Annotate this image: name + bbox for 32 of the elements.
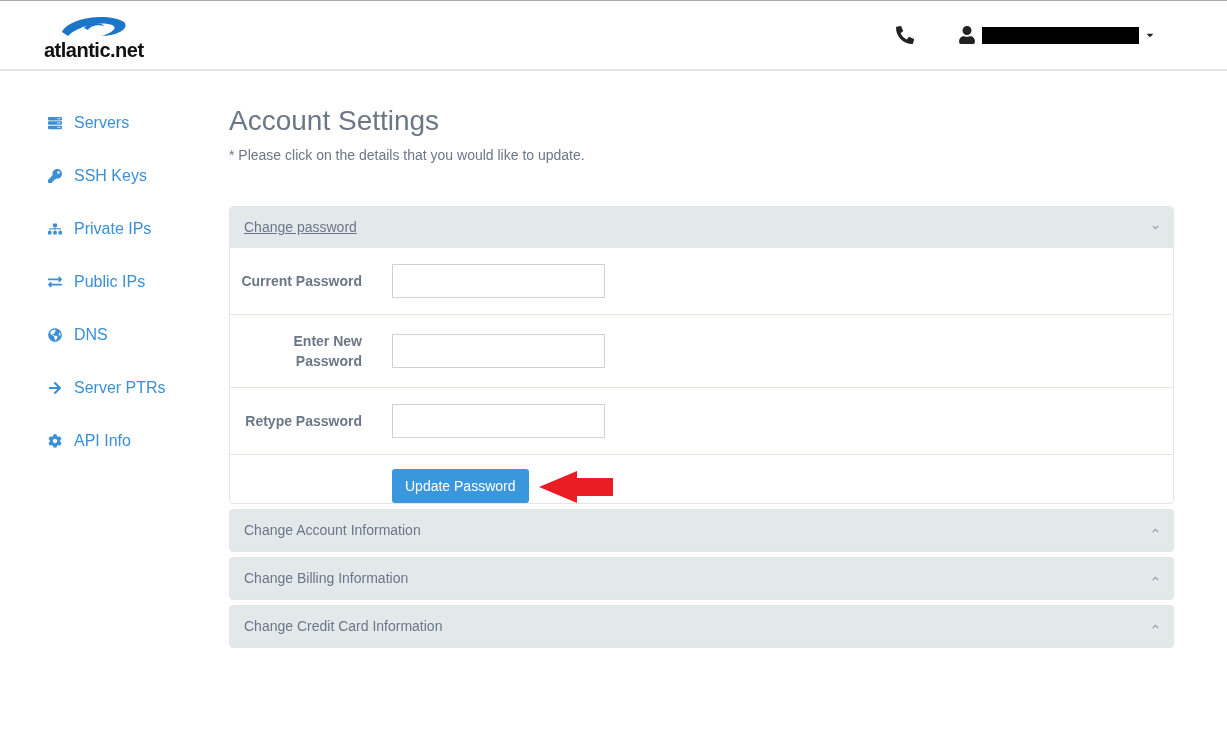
key-icon bbox=[48, 169, 62, 183]
page-title: Account Settings bbox=[229, 104, 441, 138]
sidebar-link[interactable]: API Info bbox=[48, 429, 229, 453]
page-hint: * Please click on the details that you would like to update. bbox=[229, 146, 586, 165]
pointer-arrow-icon bbox=[538, 469, 614, 503]
sidebar-link[interactable]: DNS bbox=[48, 323, 229, 347]
phone-icon[interactable] bbox=[896, 26, 914, 44]
logo-text: atlantic.net bbox=[44, 40, 144, 60]
two-arrows-icon bbox=[48, 275, 62, 289]
sidebar-link[interactable]: Public IPs bbox=[48, 270, 229, 294]
sidebar-link[interactable]: SSH Keys bbox=[48, 164, 229, 188]
sidebar-link[interactable]: Server PTRs bbox=[48, 376, 229, 400]
update-password-button[interactable]: Update Password bbox=[392, 469, 529, 503]
field-label: Retype Password bbox=[244, 412, 362, 431]
globe-icon bbox=[48, 328, 62, 342]
chevron-up-icon bbox=[1152, 527, 1159, 534]
sidebar-link[interactable]: Servers bbox=[48, 111, 229, 135]
server-icon bbox=[48, 116, 62, 130]
settings-icon bbox=[48, 434, 62, 448]
network-icon bbox=[48, 222, 62, 236]
user-icon bbox=[958, 26, 976, 44]
chevron-up-icon bbox=[1152, 575, 1159, 582]
password-field[interactable] bbox=[392, 404, 605, 438]
sidebar-link[interactable]: Private IPs bbox=[48, 217, 229, 241]
field-label: Enter New Password bbox=[292, 332, 362, 371]
field-label: Current Password bbox=[240, 272, 362, 291]
password-field[interactable] bbox=[392, 334, 605, 368]
password-field[interactable] bbox=[392, 264, 605, 298]
chevron-down-icon bbox=[1152, 224, 1159, 231]
accordion-header[interactable]: Change password bbox=[230, 207, 1173, 248]
arrow-icon bbox=[48, 381, 62, 395]
chevron-up-icon bbox=[1152, 623, 1159, 630]
